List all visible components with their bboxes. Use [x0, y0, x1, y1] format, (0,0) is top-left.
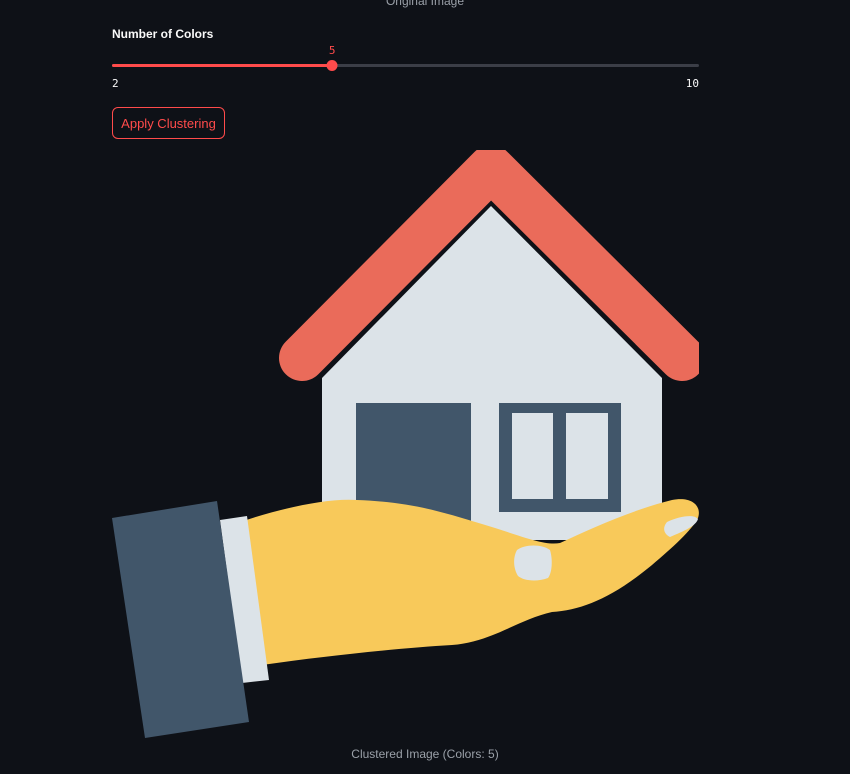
apply-clustering-button[interactable]: Apply Clustering	[112, 107, 225, 139]
slider-thumb[interactable]	[326, 60, 338, 71]
thumb-nail	[514, 545, 552, 581]
clustered-image-caption: Clustered Image (Colors: 5)	[351, 747, 499, 761]
slider-max-label: 10	[685, 77, 699, 90]
clustered-image	[112, 150, 699, 742]
house-window-pane-right	[566, 413, 608, 499]
number-of-colors-slider[interactable]	[112, 60, 699, 71]
original-image-caption: Original Image	[385, 0, 465, 8]
slider-fill	[112, 64, 333, 67]
app-page: Original Image Number of Colors 5 2 10 A…	[0, 0, 850, 774]
slider-current-value: 5	[328, 44, 336, 57]
slider-min-label: 2	[112, 77, 119, 90]
number-of-colors-label: Number of Colors	[112, 27, 214, 41]
hand-palm	[240, 499, 699, 665]
house-window-pane-left	[512, 413, 553, 499]
